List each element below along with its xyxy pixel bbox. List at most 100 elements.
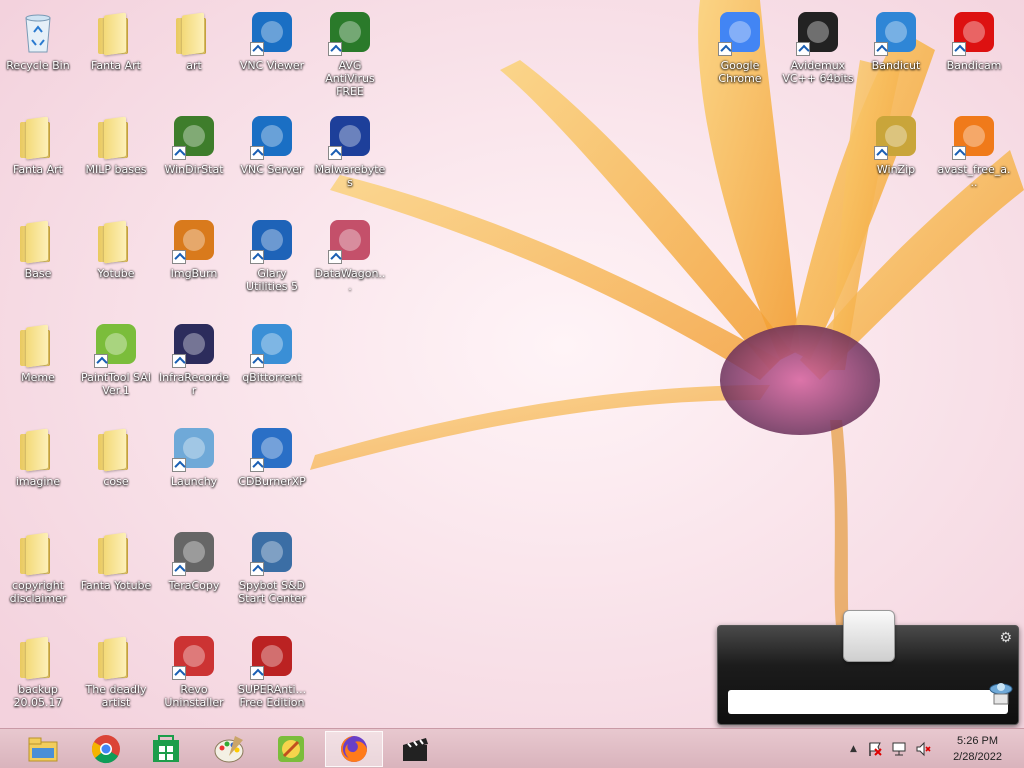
- desktop-icon-label: backup 20.05.17: [13, 683, 63, 709]
- desktop-icon[interactable]: Fanta Art: [0, 106, 76, 176]
- desktop-icon[interactable]: VNC Viewer: [234, 2, 310, 72]
- desktop-icon-label: Fanta Art: [91, 59, 141, 72]
- shortcut-arrow-icon: [172, 354, 186, 368]
- desktop-icon[interactable]: Avidemux VC++ 64bits: [780, 2, 856, 85]
- desktop-icon[interactable]: ImgBurn: [156, 210, 232, 280]
- shortcut-arrow-icon: [796, 42, 810, 56]
- desktop-icon-label: The deadly artist: [85, 683, 147, 709]
- desktop-icon[interactable]: Base: [0, 210, 76, 280]
- clock-date: 2/28/2022: [953, 751, 1002, 763]
- folder-icon: [92, 216, 140, 264]
- desktop-icon[interactable]: AVG AntiVirus FREE: [312, 2, 388, 98]
- action-center-flag-icon[interactable]: [867, 741, 883, 757]
- desktop-icon[interactable]: avast_free_a...: [936, 106, 1012, 189]
- desktop-icon[interactable]: Bandicut: [858, 2, 934, 72]
- shortcut-arrow-icon: [172, 146, 186, 160]
- volume-muted-icon[interactable]: [915, 741, 931, 757]
- desktop-icon[interactable]: Fanta Art: [78, 2, 154, 72]
- desktop-icon-label: InfraRecorder: [158, 371, 230, 397]
- desktop-icon[interactable]: Fanta Yotube: [78, 522, 154, 592]
- infrarecorder-icon: [170, 320, 218, 368]
- chrome-icon: [91, 735, 120, 764]
- teracopy-icon: [170, 528, 218, 576]
- winzip-icon: [872, 112, 920, 160]
- shortcut-arrow-icon: [172, 250, 186, 264]
- desktop-icon[interactable]: DataWagon...: [312, 210, 388, 293]
- taskbar-clock[interactable]: 5:26 PM 2/28/2022: [953, 733, 1002, 765]
- desktop-icon-label: MILP bases: [85, 163, 147, 176]
- folder-icon: [92, 8, 140, 56]
- desktop-icon[interactable]: Launchy: [156, 418, 232, 488]
- bandicam-icon: [950, 8, 998, 56]
- folder-icon: [92, 528, 140, 576]
- glary-utilities-icon: [248, 216, 296, 264]
- desktop-icon[interactable]: art: [156, 2, 232, 72]
- desktop-icon[interactable]: PaintTool SAI Ver.1: [78, 314, 154, 397]
- desktop-icon[interactable]: Glary Utilities 5: [234, 210, 310, 293]
- desktop-icon-label: DataWagon...: [314, 267, 386, 293]
- desktop-icon[interactable]: VNC Server: [234, 106, 310, 176]
- desktop-icon[interactable]: CDBurnerXP: [234, 418, 310, 488]
- launchy-icon: [989, 683, 1013, 705]
- gear-icon[interactable]: ⚙: [999, 630, 1012, 646]
- desktop-icon[interactable]: Yotube: [78, 210, 154, 280]
- qbittorrent-icon: [248, 320, 296, 368]
- taskbar-chrome-button[interactable]: [79, 731, 133, 767]
- folder-icon: [14, 424, 62, 472]
- spybot-icon: [248, 528, 296, 576]
- desktop-icon-label: Bandicam: [946, 59, 1002, 72]
- desktop-icon[interactable]: qBittorrent: [234, 314, 310, 384]
- desktop-icon-label: VNC Server: [240, 163, 304, 176]
- clock-time: 5:26 PM: [957, 735, 999, 747]
- desktop-icon[interactable]: Revo Uninstaller: [156, 626, 232, 709]
- launchy-search-input[interactable]: [728, 690, 1008, 714]
- network-icon[interactable]: [891, 741, 907, 757]
- painttool-sai-icon: [92, 320, 140, 368]
- taskbar-paint-button[interactable]: [202, 731, 256, 767]
- shortcut-arrow-icon: [952, 42, 966, 56]
- desktop-icon-label: TeraCopy: [168, 579, 220, 592]
- taskbar-avidemux-button[interactable]: [388, 731, 442, 767]
- shortcut-arrow-icon: [250, 666, 264, 680]
- desktop-icon[interactable]: MILP bases: [78, 106, 154, 176]
- windirstat-icon: [170, 112, 218, 160]
- desktop-icon[interactable]: Recycle Bin: [0, 2, 76, 72]
- shortcut-arrow-icon: [172, 458, 186, 472]
- desktop-icon[interactable]: Bandicam: [936, 2, 1012, 72]
- desktop-icon[interactable]: Google Chrome: [702, 2, 778, 85]
- desktop-icon-label: Google Chrome: [718, 59, 762, 85]
- file-explorer-icon: [28, 737, 58, 762]
- desktop-icon-label: Fanta Art: [13, 163, 63, 176]
- desktop-icon-label: art: [186, 59, 202, 72]
- avg-icon: [326, 8, 374, 56]
- desktop-icon[interactable]: Malwarebytes: [312, 106, 388, 189]
- desktop-icon-label: Launchy: [170, 475, 218, 488]
- shortcut-arrow-icon: [718, 42, 732, 56]
- desktop-icon[interactable]: WinDirStat: [156, 106, 232, 176]
- taskbar-store-button[interactable]: [139, 731, 193, 767]
- painttool-sai-icon: [278, 736, 304, 762]
- desktop-icon[interactable]: The deadly artist: [78, 626, 154, 709]
- taskbar-file-explorer-button[interactable]: [16, 731, 70, 767]
- desktop-icon[interactable]: copyright disclaimer: [0, 522, 76, 605]
- malwarebytes-icon: [326, 112, 374, 160]
- desktop-icon[interactable]: WinZip: [858, 106, 934, 176]
- taskbar-painttool-sai-button[interactable]: [264, 731, 318, 767]
- desktop-icon-label: Yotube: [97, 267, 135, 280]
- desktop-icon[interactable]: TeraCopy: [156, 522, 232, 592]
- desktop-icon[interactable]: backup 20.05.17: [0, 626, 76, 709]
- paint-icon: [214, 736, 244, 763]
- desktop-icon[interactable]: Meme: [0, 314, 76, 384]
- taskbar-firefox-button[interactable]: [325, 731, 383, 767]
- desktop-icon[interactable]: SUPERAnti... Free Edition: [234, 626, 310, 709]
- desktop-icon[interactable]: Spybot S&D Start Center: [234, 522, 310, 605]
- desktop-icon[interactable]: imagine: [0, 418, 76, 488]
- shortcut-arrow-icon: [94, 354, 108, 368]
- desktop-icon[interactable]: cose: [78, 418, 154, 488]
- launchy-widget[interactable]: ⚙: [717, 610, 1019, 725]
- datawagon-icon: [326, 216, 374, 264]
- desktop-icon-label: Spybot S&D Start Center: [238, 579, 306, 605]
- launchy-knob[interactable]: [843, 610, 895, 662]
- desktop-icon[interactable]: InfraRecorder: [156, 314, 232, 397]
- show-hidden-icons-button[interactable]: ▲: [850, 744, 857, 754]
